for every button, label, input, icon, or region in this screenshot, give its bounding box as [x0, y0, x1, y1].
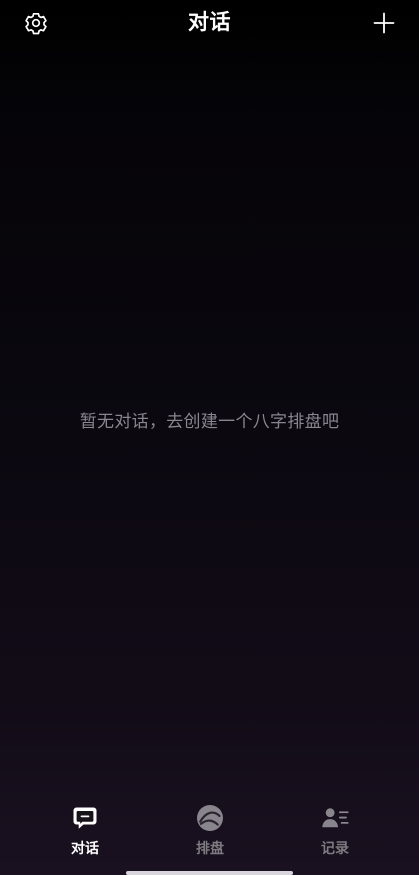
add-conversation-button[interactable]	[370, 9, 398, 37]
yin-yang-icon	[195, 803, 225, 833]
header-bar: 对话	[0, 0, 419, 48]
tab-label: 排盘	[196, 841, 224, 857]
plus-icon	[373, 12, 395, 34]
tab-chart[interactable]: 排盘	[170, 803, 250, 863]
home-indicator[interactable]	[126, 871, 293, 875]
person-list-icon	[320, 803, 350, 833]
conversation-screen: 对话 暂无对话，去创建一个八字排盘吧 对话 排盘 记录	[0, 0, 419, 875]
tab-dialog[interactable]: 对话	[45, 803, 125, 863]
page-title: 对话	[188, 10, 231, 34]
tab-label: 记录	[321, 841, 349, 857]
chat-icon	[70, 803, 100, 833]
tab-records[interactable]: 记录	[295, 803, 375, 863]
tab-label: 对话	[71, 841, 99, 857]
empty-state-message: 暂无对话，去创建一个八字排盘吧	[79, 412, 340, 432]
bottom-tab-bar: 对话 排盘 记录	[0, 789, 419, 875]
